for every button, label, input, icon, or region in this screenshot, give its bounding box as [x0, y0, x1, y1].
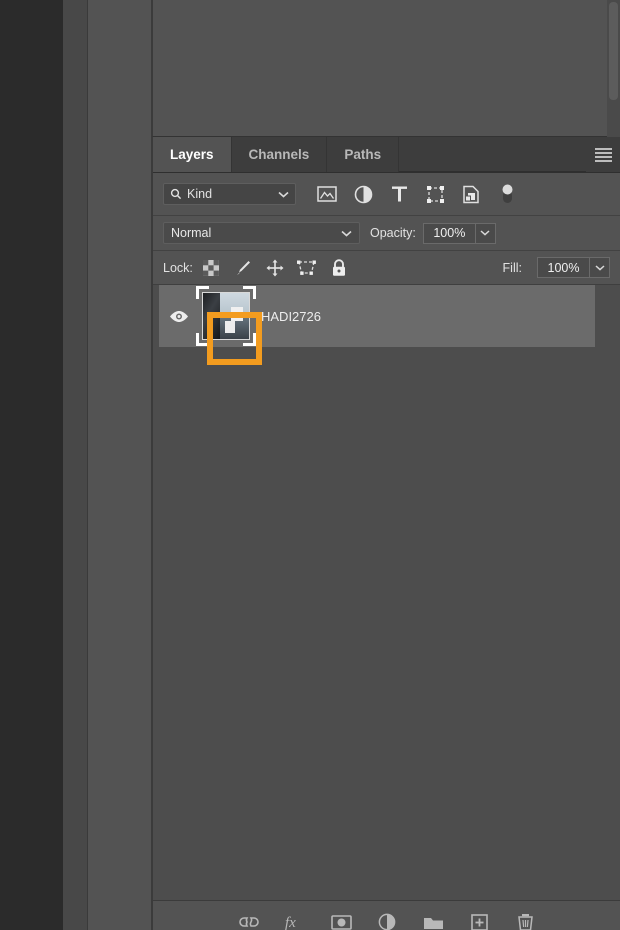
filter-kind-dropdown[interactable]: Kind [163, 183, 296, 205]
layer-filter-row: Kind [153, 173, 620, 216]
lock-transparent-pixels-icon[interactable] [201, 258, 221, 278]
fill-stepper-button[interactable] [589, 257, 610, 278]
blend-mode-value: Normal [171, 226, 212, 240]
panel-tab-bar: Layers Channels Paths [153, 137, 620, 173]
layers-panel: Layers Channels Paths Kind Normal Opacit… [152, 137, 620, 930]
blend-mode-row: Normal Opacity: 100% [153, 216, 620, 251]
fill-value[interactable]: 100% [537, 257, 589, 278]
lock-all-icon[interactable] [329, 258, 349, 278]
layer-style-fx-icon[interactable]: fx [284, 911, 306, 930]
smart-object-bracket-bottom-left [196, 333, 209, 346]
new-group-icon[interactable] [422, 911, 444, 930]
lock-row: Lock: Fill: 100% [153, 251, 620, 285]
photoshop-layers-panel-screen: Layers Channels Paths Kind Normal Opacit… [0, 0, 620, 930]
upper-panel-scrollbar-track[interactable] [607, 0, 620, 137]
pixel-layer-filter-icon[interactable] [316, 183, 338, 205]
smart-object-bracket-top-right [243, 286, 256, 299]
table-row[interactable]: HADI2726 [159, 285, 595, 365]
tab-paths-label: Paths [344, 147, 382, 162]
add-layer-mask-icon[interactable] [330, 911, 352, 930]
thumbnail-red-accent [209, 313, 213, 328]
shape-layer-filter-icon[interactable] [424, 183, 446, 205]
opacity-value[interactable]: 100% [422, 222, 475, 244]
filter-toggle-switch-icon[interactable] [496, 183, 518, 205]
tab-channels-label: Channels [248, 147, 310, 162]
layer-name-label: HADI2726 [261, 308, 321, 324]
tab-layers-label: Layers [170, 147, 214, 162]
layers-bottom-toolbar: fx [153, 900, 620, 930]
lock-label: Lock: [163, 260, 193, 275]
opacity-label: Opacity: [370, 226, 416, 240]
delete-layer-icon[interactable] [514, 911, 536, 930]
tab-channels[interactable]: Channels [231, 137, 328, 172]
blend-mode-dropdown[interactable]: Normal [163, 222, 360, 244]
filter-type-icons [316, 183, 518, 205]
tab-layers[interactable]: Layers [153, 137, 232, 172]
fill-label: Fill: [502, 260, 522, 275]
smart-object-bracket-top-left [196, 286, 209, 299]
upper-panel-scrollbar-thumb[interactable] [609, 2, 618, 100]
hamburger-menu-icon [594, 147, 612, 162]
new-layer-icon[interactable] [468, 911, 490, 930]
search-icon [170, 188, 182, 200]
collapsed-panel-column [88, 0, 152, 930]
filter-kind-label: Kind [187, 187, 213, 201]
chevron-down-icon [278, 191, 289, 198]
left-panel-strip [63, 0, 88, 930]
tab-paths[interactable]: Paths [327, 137, 400, 172]
lock-position-icon[interactable] [265, 258, 285, 278]
eye-icon [169, 310, 189, 323]
lock-image-pixels-icon[interactable] [233, 258, 253, 278]
opacity-stepper-button[interactable] [474, 222, 496, 244]
layer-list: HADI2726 [153, 285, 620, 868]
lock-options [201, 258, 349, 278]
svg-text:fx: fx [285, 915, 296, 930]
layer-visibility-toggle[interactable] [159, 310, 199, 323]
tab-bar-filler [399, 137, 586, 172]
fill-field[interactable]: 100% [537, 257, 610, 278]
adjustment-layer-filter-icon[interactable] [352, 183, 374, 205]
lock-nesting-icon[interactable] [297, 258, 317, 278]
new-adjustment-layer-icon[interactable] [376, 911, 398, 930]
smart-object-filter-icon[interactable] [460, 183, 482, 205]
thumbnail-white-shape-a [230, 306, 243, 321]
chevron-down-icon [341, 230, 352, 237]
smart-object-bracket-bottom-right [243, 333, 256, 346]
type-layer-filter-icon[interactable] [388, 183, 410, 205]
layer-thumbnail[interactable] [196, 286, 256, 346]
document-canvas-area [0, 0, 63, 930]
upper-panel-region [152, 0, 620, 137]
thumbnail-white-shape-b [225, 320, 236, 333]
opacity-field[interactable]: 100% [422, 222, 496, 244]
link-layers-icon[interactable] [238, 911, 260, 930]
panel-menu-button[interactable] [586, 137, 620, 172]
